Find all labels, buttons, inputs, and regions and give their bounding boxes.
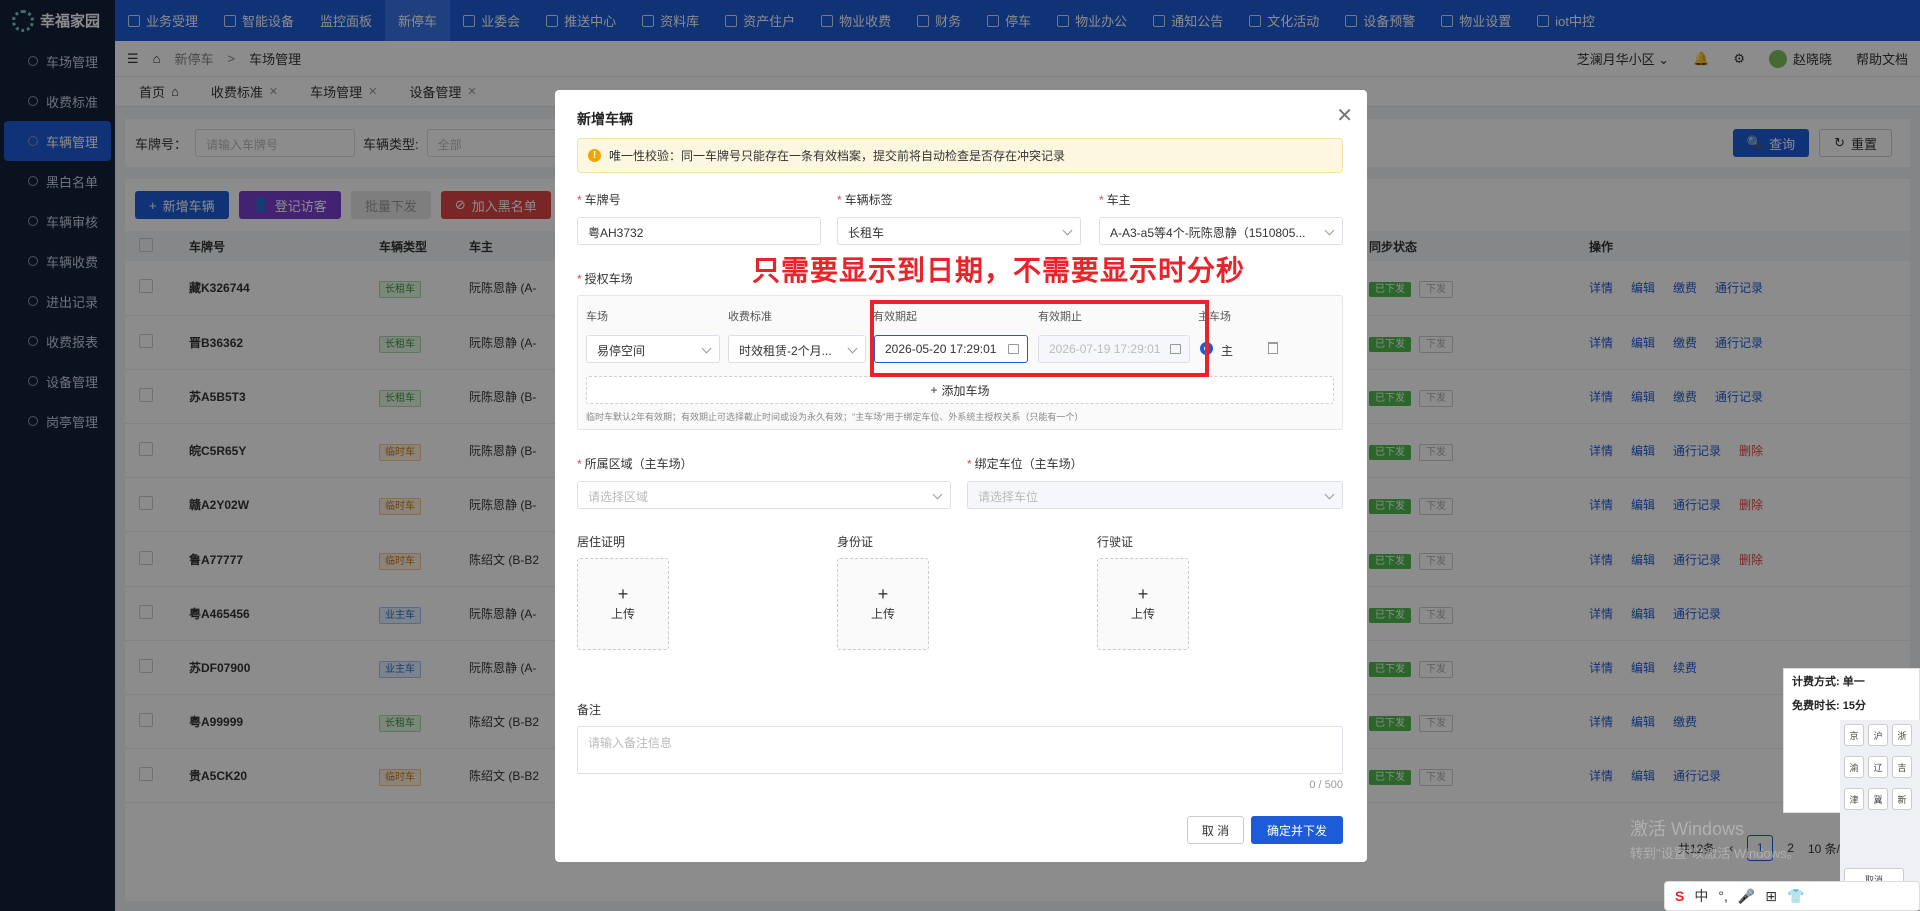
plus-icon: +: [617, 583, 629, 604]
warning-icon: !: [588, 149, 601, 162]
windows-watermark: 激活 Windows: [1630, 819, 1745, 839]
auth-col-fee: 收费标准: [728, 311, 772, 323]
ime-logo-icon[interactable]: S: [1675, 888, 1684, 904]
keyboard-key[interactable]: 新: [1892, 788, 1912, 810]
plus-icon: +: [877, 583, 889, 604]
auth-park-label: * 授权车场: [577, 272, 633, 286]
annotation-text: 只需要显示到日期，不需要显示时分秒: [752, 254, 1246, 287]
chevron-down-icon: [932, 489, 943, 500]
microphone-icon[interactable]: 🎤: [1738, 888, 1755, 905]
auth-col-park: 车场: [586, 311, 608, 323]
chevron-down-icon: [701, 343, 712, 354]
dialog-title: 新增车辆: [577, 111, 633, 127]
notice-text: 唯一性校验：同一车牌号只能存在一条有效档案，提交前将自动检查是否存在冲突记录: [609, 149, 1066, 163]
area-label: * 所属区域（主车场）: [577, 457, 693, 471]
delete-icon[interactable]: [1268, 342, 1278, 354]
add-vehicle-dialog: 新增车辆 ✕ ! 唯一性校验：同一车牌号只能存在一条有效档案，提交前将自动检查是…: [555, 90, 1367, 862]
add-park-button[interactable]: + 添加车场: [586, 376, 1334, 404]
keyboard-key[interactable]: 辽: [1868, 756, 1888, 778]
ime-toolbar: S 中 °, 🎤 ⊞ 👕: [1664, 881, 1920, 911]
remark-label: 备注: [577, 703, 602, 717]
skin-icon[interactable]: 👕: [1787, 888, 1804, 905]
upload-label-id: 身份证: [837, 535, 874, 549]
plate-label: * 车牌号: [577, 193, 621, 207]
auth-hint: 临时车默认2年有效期；有效期止可选择截止时间或设为永久有效；"主车场"用于绑定车…: [586, 412, 1084, 422]
owner-select[interactable]: A-A3-a5等4个-阮陈恩静（1510805...: [1099, 217, 1343, 245]
chevron-down-icon: [1324, 489, 1335, 500]
upload-label-residence: 居住证明: [577, 535, 626, 549]
remark-counter: 0 / 500: [1309, 779, 1343, 791]
park-select[interactable]: 易停空间: [586, 335, 720, 363]
keyboard-key[interactable]: 浙: [1892, 724, 1912, 746]
upload-residence[interactable]: + 上传: [577, 558, 669, 650]
main-park-label: 主: [1221, 344, 1234, 358]
owner-label: * 车主: [1099, 193, 1131, 207]
ime-punct[interactable]: °,: [1718, 888, 1728, 904]
remark-textarea[interactable]: 请输入备注信息: [577, 726, 1343, 774]
cancel-button[interactable]: 取 消: [1187, 816, 1244, 844]
upload-license[interactable]: + 上传: [1097, 558, 1189, 650]
chevron-down-icon: [1324, 225, 1335, 236]
ime-lang[interactable]: 中: [1694, 886, 1708, 906]
close-icon[interactable]: ✕: [1336, 103, 1353, 128]
area-select[interactable]: 请选择区域: [577, 481, 951, 509]
keyboard-key[interactable]: 沪: [1868, 724, 1888, 746]
uniqueness-notice: ! 唯一性校验：同一车牌号只能存在一条有效档案，提交前将自动检查是否存在冲突记录: [577, 138, 1343, 173]
tag-label: * 车辆标签: [837, 193, 893, 207]
tag-select[interactable]: 长租车: [837, 217, 1081, 245]
keyboard-key[interactable]: 吉: [1892, 756, 1912, 778]
plate-input[interactable]: 粤AH3732: [577, 217, 821, 245]
plus-icon: +: [1137, 583, 1149, 604]
keyboard-key[interactable]: 津: [1844, 788, 1864, 810]
keyboard-key[interactable]: 渝: [1844, 756, 1864, 778]
confirm-issue-button[interactable]: 确定并下发: [1251, 816, 1343, 844]
keyboard-key[interactable]: 京: [1844, 724, 1864, 746]
chevron-down-icon: [847, 343, 858, 354]
free-duration: 免费时长: 15分: [1792, 700, 1866, 712]
upload-id-card[interactable]: + 上传: [837, 558, 929, 650]
fee-standard-select[interactable]: 时效租赁-2个月...: [728, 335, 866, 363]
windows-watermark-sub: 转到"设置"以激活 Windows。: [1630, 846, 1800, 861]
keyboard-key[interactable]: 冀: [1868, 788, 1888, 810]
space-label: * 绑定车位（主车场）: [967, 457, 1083, 471]
chevron-down-icon: [1062, 225, 1073, 236]
annotation-box: [870, 300, 1209, 377]
upload-label-license: 行驶证: [1097, 535, 1134, 549]
grid-icon[interactable]: ⊞: [1765, 888, 1777, 905]
space-select[interactable]: 请选择车位: [967, 481, 1343, 509]
billing-mode: 计费方式: 单一: [1792, 676, 1865, 688]
